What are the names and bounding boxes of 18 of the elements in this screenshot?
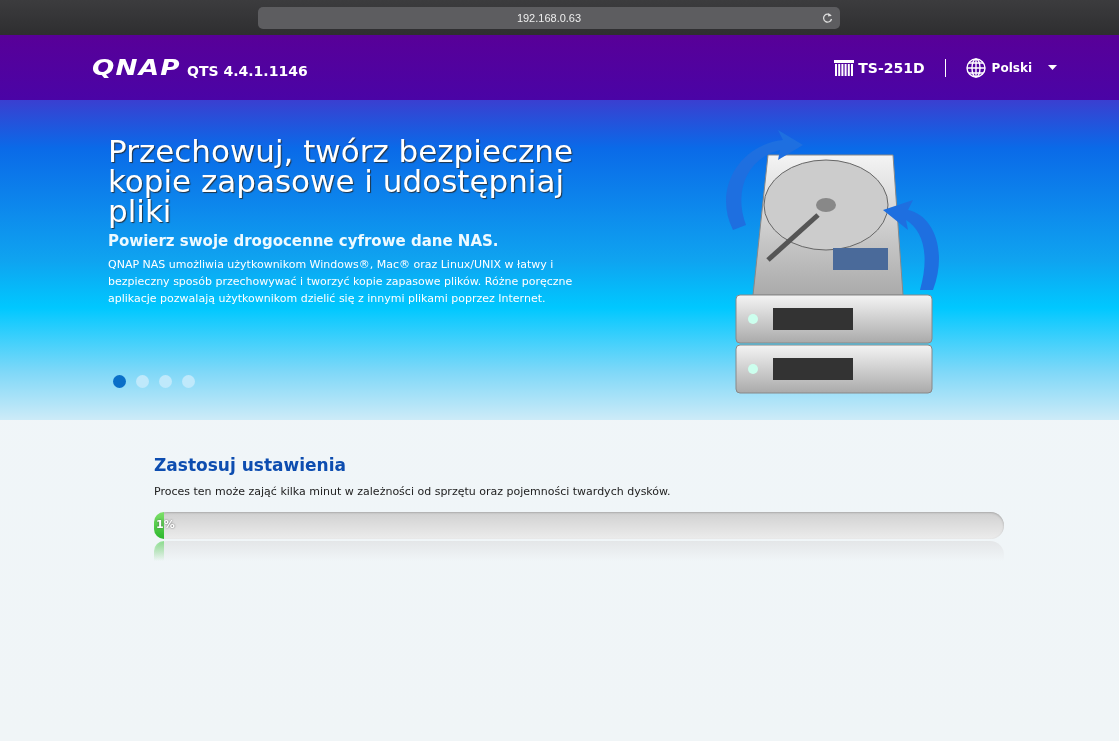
language-selector[interactable]: Polski — [965, 57, 1057, 78]
section-title: Zastosuj ustawienia — [154, 455, 347, 475]
carousel-dot[interactable] — [159, 375, 172, 388]
server-icon — [834, 59, 855, 76]
globe-icon — [965, 57, 986, 78]
address-bar[interactable]: 192.168.0.63 — [258, 6, 840, 29]
reload-icon[interactable] — [822, 11, 833, 24]
section-description: Proces ten może zająć kilka minut w zależności od sprzętu oraz pojemności twardych dysków. — [154, 485, 672, 498]
carousel-dot[interactable] — [182, 375, 195, 388]
carousel-dot[interactable] — [136, 375, 149, 388]
carousel-dot[interactable] — [113, 375, 126, 388]
hero-subtitle: Powierz swoje drogocenne cyfrowe dane NAS. — [108, 232, 500, 250]
logo: QNAP — [92, 55, 181, 80]
caret-icon — [1048, 65, 1057, 70]
version-label: QTS 4.4.1.1146 — [187, 62, 309, 79]
device-name: TS-251D — [858, 59, 925, 76]
hero-title: Przechowuj, twórz bezpieczne kopie zapasowe i udostępniaj pliki — [108, 136, 574, 226]
hero-description: QNAP NAS umożliwia użytkownikom Windows®, Mac® oraz Linux/UNIX w łatwy i bezpieczny sposób przechowywać i tworzyć kopie zapasowe plików. Różne poręczne aplikacje pozwalają użytkownikom dzielić się z innymi plikami poprzez Internet. — [108, 257, 574, 307]
